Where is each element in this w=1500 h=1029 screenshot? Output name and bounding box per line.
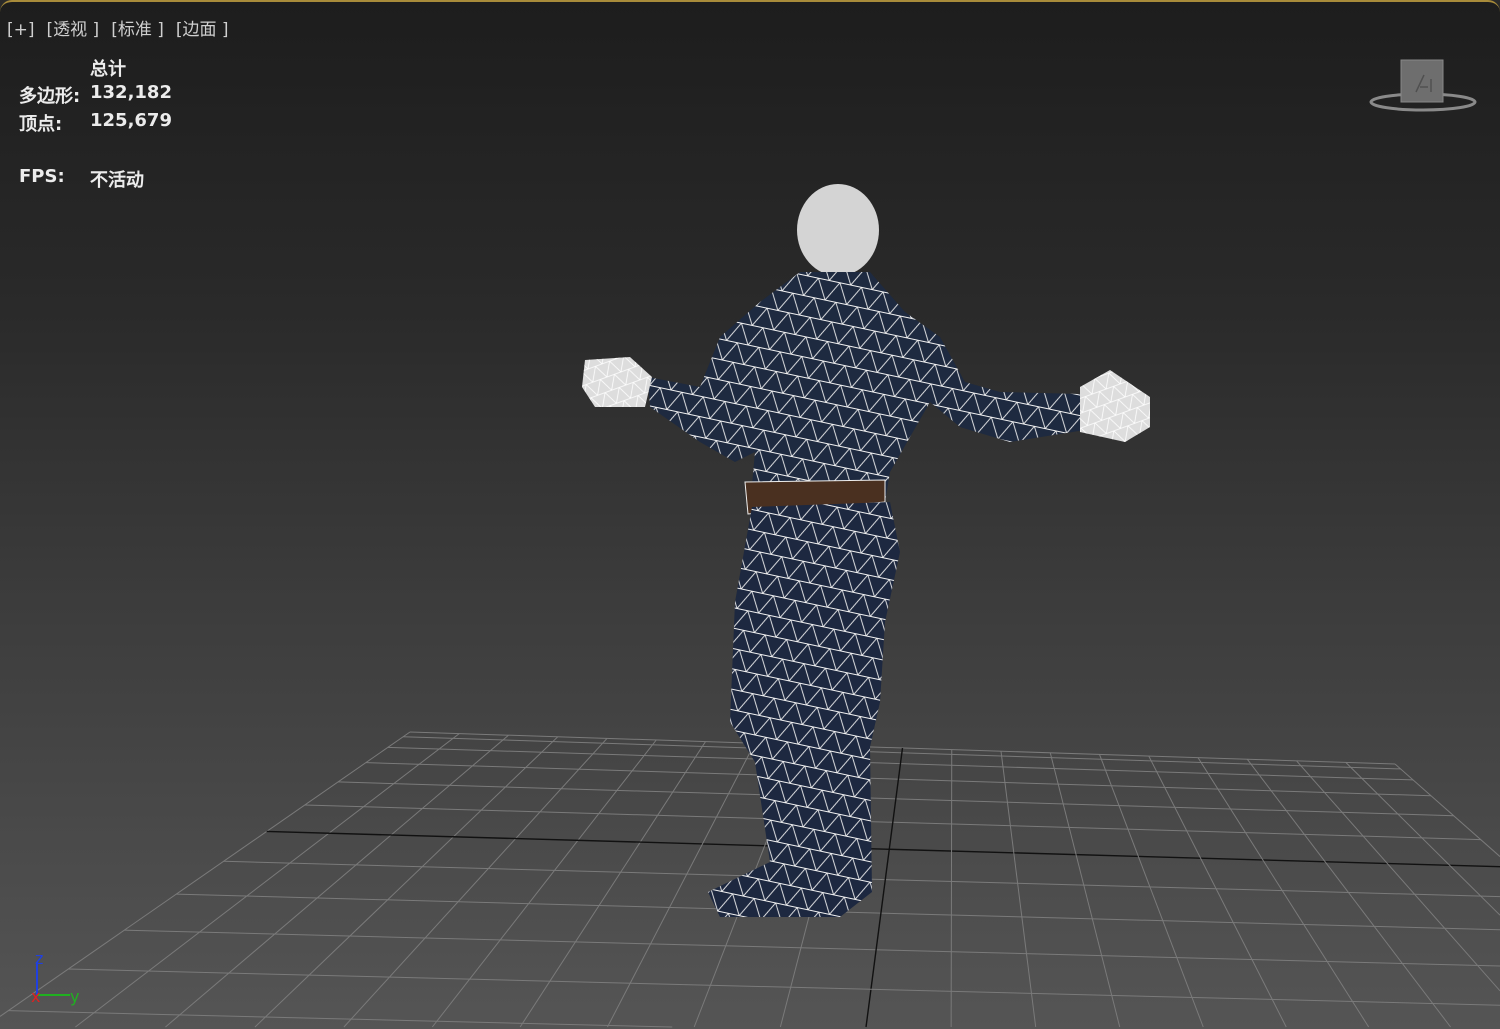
grid-line: [431, 739, 657, 1028]
perspective-viewport[interactable]: [+] [透视 ] [标准 ] [边面 ] 总计 多边形: 132,182 顶点: 1…: [0, 0, 1500, 1029]
polygons-value: 132,182: [90, 82, 172, 103]
grid-line: [8, 1010, 673, 1028]
vertices-value: 125,679: [90, 110, 172, 131]
grid-line: [1394, 763, 1500, 857]
polygons-label: 多边形:: [19, 86, 81, 107]
viewport-shading-menu[interactable]: [标准 ]: [111, 20, 164, 40]
viewport-plus-menu[interactable]: [+]: [7, 20, 35, 40]
viewcube[interactable]: [1368, 57, 1478, 117]
axis-x-label: x: [31, 987, 40, 1006]
grid-line: [124, 929, 1500, 967]
fps-value: 不活动: [90, 170, 144, 191]
viewport-label-menu: [+] [透视 ] [标准 ] [边面 ]: [7, 15, 241, 40]
character-wireframe-model: [582, 184, 1150, 917]
grid-line: [1049, 752, 1121, 1028]
viewport-scene[interactable]: [0, 2, 1500, 1029]
grid-line: [75, 733, 460, 1028]
grid-line: [165, 734, 509, 1028]
grid-line: [950, 749, 953, 1028]
axis-tripod-icon: z x y: [31, 950, 79, 1006]
grid-line: [343, 738, 608, 1028]
model-head: [797, 184, 879, 276]
viewport-display-menu[interactable]: [边面 ]: [176, 20, 229, 40]
axis-y-label: y: [70, 987, 79, 1006]
vertices-label: 顶点:: [19, 114, 63, 135]
viewport-pov-menu[interactable]: [透视 ]: [47, 20, 100, 40]
grid-line: [1000, 751, 1037, 1028]
fps-label: FPS:: [19, 166, 65, 187]
grid-line: [1246, 758, 1451, 1028]
grid-line: [1296, 760, 1500, 992]
grid-line: [254, 736, 559, 1028]
grid-line: [1148, 755, 1287, 1028]
grid-line: [1099, 754, 1204, 1028]
grid-line: [1345, 762, 1500, 916]
stats-header: 总计: [90, 59, 126, 80]
axis-z-label: z: [35, 950, 43, 968]
